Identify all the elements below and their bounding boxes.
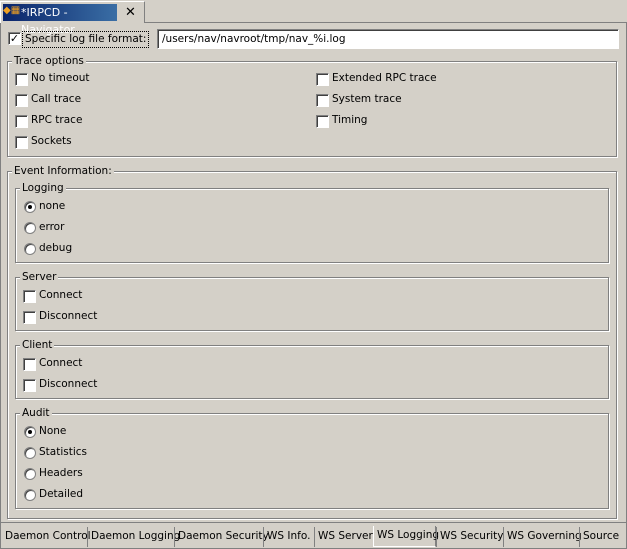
bottom-tab[interactable]: Daemon Logging [87,527,180,547]
close-icon[interactable]: ✕ [125,6,136,20]
logging-radio[interactable] [24,222,36,234]
audit-option-label: None [39,425,67,437]
server-disconnect-checkbox[interactable] [23,311,36,324]
logging-option-label: debug [39,242,73,254]
trace-option-label: No timeout [31,72,90,84]
logging-group [15,188,609,263]
audit-radio[interactable] [24,447,36,459]
editor-tab-title: *IRPCD - Navigator [3,4,117,36]
server-group [15,277,609,331]
trace-option-label: Extended RPC trace [332,72,437,84]
logging-radio[interactable] [24,243,36,255]
bottom-tab[interactable]: Source [579,527,619,547]
logging-title: Logging [20,182,66,194]
audit-title: Audit [20,407,52,419]
log-format-input[interactable] [157,29,619,49]
audit-option-label: Headers [39,467,83,479]
server-title: Server [20,271,59,283]
trace-option-label: Call trace [31,93,82,105]
client-disconnect-checkbox[interactable] [23,379,36,392]
client-title: Client [20,339,55,351]
server-connect-checkbox[interactable] [23,290,36,303]
trace-checkbox[interactable] [15,136,28,149]
trace-checkbox[interactable] [15,115,28,128]
client-disconnect-label: Disconnect [39,378,98,390]
trace-checkbox[interactable] [316,94,329,107]
trace-options-group [7,61,617,157]
trace-option-label: RPC trace [31,114,83,126]
server-connect-label: Connect [39,289,83,301]
audit-option-label: Detailed [39,488,84,500]
trace-checkbox[interactable] [316,73,329,86]
specific-log-format-checkbox[interactable]: ✓ [8,32,21,45]
trace-checkbox[interactable] [15,94,28,107]
trace-option-label: System trace [332,93,402,105]
logging-option-label: none [39,200,66,212]
bottom-tab[interactable]: WS Security [436,527,504,547]
specific-log-format-label: Specific log file format: [22,31,150,48]
logging-option-label: error [39,221,65,233]
audit-option-label: Statistics [39,446,87,458]
audit-radio[interactable] [24,426,36,438]
bottom-tabs-divider [0,522,627,523]
trace-checkbox[interactable] [15,73,28,86]
client-group [15,345,609,399]
bottom-tab[interactable]: WS Server [314,527,373,547]
event-information-title: Event Information: [12,165,114,177]
audit-radio[interactable] [24,468,36,480]
trace-option-label: Sockets [31,135,72,147]
client-connect-label: Connect [39,357,83,369]
trace-options-title: Trace options [12,55,86,67]
audit-radio[interactable] [24,489,36,501]
bottom-tab[interactable]: WS Logging [373,526,439,547]
server-disconnect-label: Disconnect [39,310,98,322]
navigator-icon: ◆▦ [3,5,21,16]
bottom-tab[interactable]: Daemon Security [174,527,269,547]
bottom-tab[interactable]: Daemon Control [2,527,91,547]
editor-tab[interactable]: *IRPCD - Navigator ◆▦ ✕ [0,1,145,36]
client-connect-checkbox[interactable] [23,358,36,371]
trace-option-label: Timing [332,114,368,126]
trace-checkbox[interactable] [316,115,329,128]
bottom-tab[interactable]: WS Info. [263,527,314,547]
audit-group [15,413,609,509]
logging-radio[interactable] [24,201,36,213]
bottom-tab[interactable]: WS Governing [503,527,582,547]
